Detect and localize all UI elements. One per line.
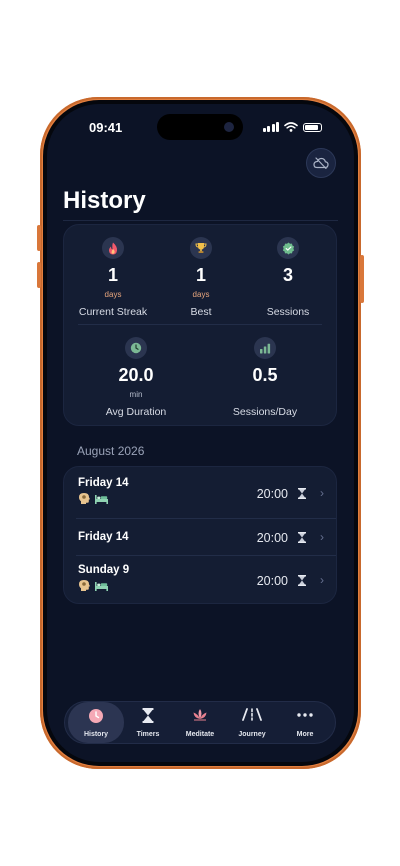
tab-timers[interactable]: Timers [120,702,176,743]
wifi-icon [284,122,298,132]
session-row[interactable]: Friday 14 20:00 › [64,519,336,555]
tab-label: Meditate [185,731,215,738]
volume-up-button [37,225,41,251]
signal-icon [262,122,279,132]
verified-badge-icon [277,237,299,259]
month-header: August 2026 [77,444,145,458]
power-button [360,255,364,303]
stats-divider [78,324,322,325]
stat-label: Avg Duration [105,406,167,418]
session-time: 20:00 [256,531,288,545]
stat-unit [225,390,305,400]
lotus-icon [193,709,207,721]
stat-sessions: 3 Sessions [253,237,323,318]
head-icon [79,580,90,591]
flame-icon [102,237,124,259]
tab-label: More [296,731,314,738]
head-icon [79,493,90,504]
clock-icon [89,709,103,723]
tab-journey[interactable]: Journey [224,702,280,743]
stat-current-streak: 1 days Current Streak [78,237,148,318]
sessions-list: Friday 14 20:00 › Friday 14 20:00 › Sund… [63,466,337,604]
stat-best: 1 days Best [166,237,236,318]
tab-more[interactable]: More [277,702,333,743]
volume-down-button [37,262,41,288]
tab-bar: History Timers Meditate Journey More [64,701,336,744]
chevron-right-icon: › [320,486,324,500]
stat-label: Sessions [266,306,310,318]
stat-value: 3 [282,265,293,285]
bed-icon [95,582,108,591]
session-row[interactable]: Friday 14 20:00 › [64,467,336,519]
hourglass-icon [298,575,306,586]
tab-history[interactable]: History [68,702,124,743]
cloud-sync-button[interactable] [306,148,336,178]
hourglass-icon [298,488,306,499]
session-tags [78,579,109,592]
stat-unit [253,290,323,300]
battery-icon [303,122,322,132]
stats-card: 1 days Current Streak 1 days Best 3 Sess… [63,224,337,426]
stat-label: Best [190,306,212,318]
page-title: History [63,187,146,214]
bed-icon [95,495,108,504]
cloud-off-icon [313,157,329,169]
stat-value: 0.5 [252,365,278,385]
tab-label: History [83,731,109,738]
stat-sessions-per-day: 0.5 Sessions/Day [225,337,305,418]
tab-label: Journey [238,731,266,738]
session-time: 20:00 [256,574,288,588]
tab-meditate[interactable]: Meditate [172,702,228,743]
session-tags [78,492,109,505]
session-day: Friday 14 [78,531,129,543]
road-icon [242,708,262,721]
hourglass-icon [298,532,306,543]
stat-label: Sessions/Day [232,406,298,418]
session-day: Friday 14 [78,477,129,489]
stat-avg-duration: 20.0 min Avg Duration [96,337,176,418]
app-screen: 09:41 History 1 days Current Streak 1 da… [47,104,354,762]
status-time: 09:41 [89,120,123,135]
bar-chart-icon [254,337,276,359]
stat-value: 20.0 [118,365,154,385]
title-divider [63,220,338,221]
stat-label: Current Streak [78,306,148,318]
chevron-right-icon: › [320,530,324,544]
stat-unit: days [104,290,122,299]
session-day: Sunday 9 [78,564,130,576]
stat-value: 1 [107,265,118,285]
hourglass-icon [142,708,154,723]
tab-label: Timers [136,731,160,738]
more-dots-icon [297,713,313,717]
session-time: 20:00 [256,487,288,501]
stat-value: 1 [195,265,206,285]
chevron-right-icon: › [320,573,324,587]
status-icons [262,122,322,132]
dynamic-island [157,114,243,140]
stat-unit: days [192,290,210,299]
trophy-icon [190,237,212,259]
session-row[interactable]: Sunday 9 20:00 › [64,556,336,605]
stat-unit: min [129,390,143,399]
clock-icon [125,337,147,359]
